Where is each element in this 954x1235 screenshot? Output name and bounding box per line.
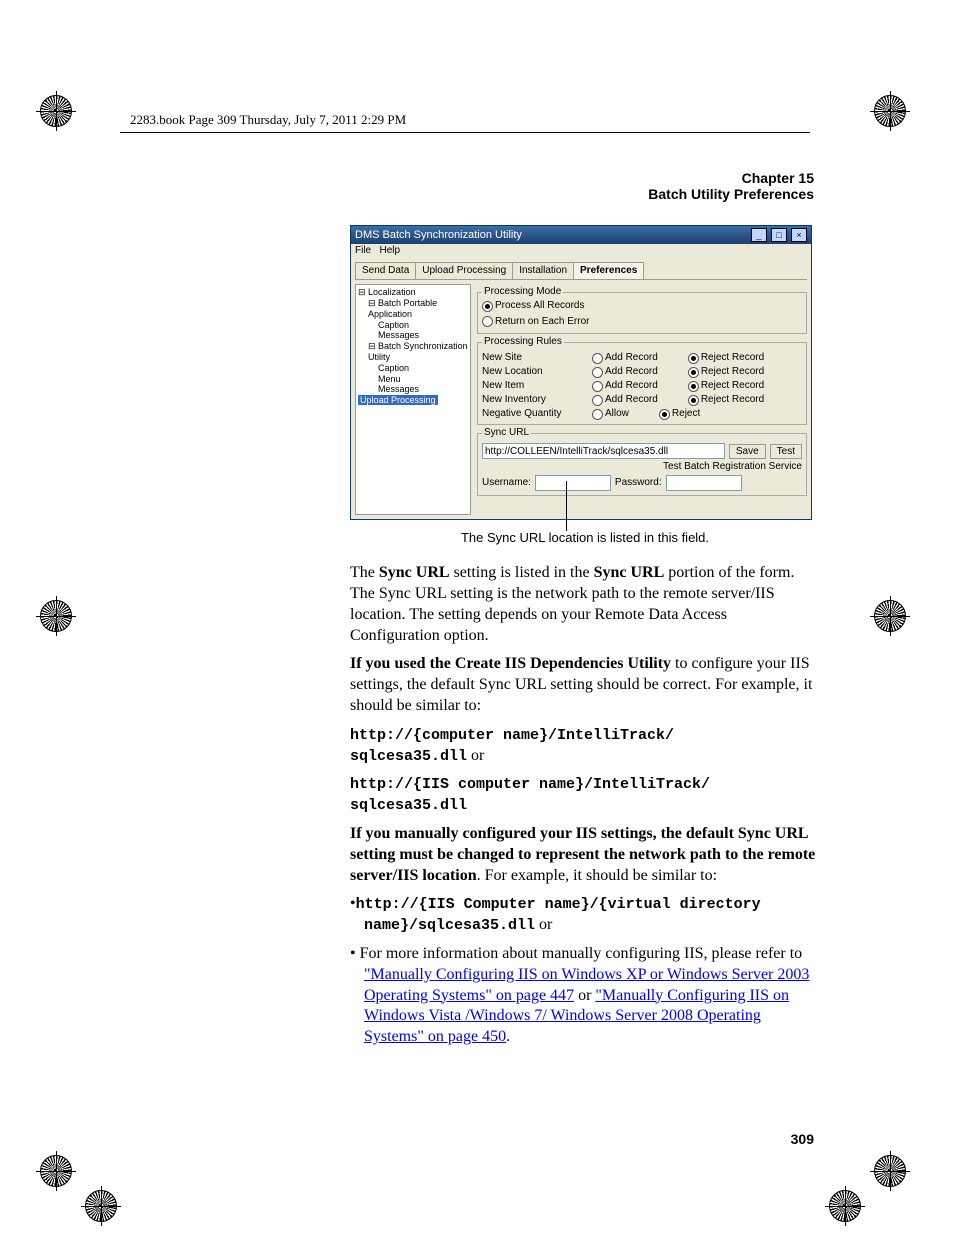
sync-url-legend: Sync URL [482, 427, 531, 439]
username-input[interactable] [535, 475, 611, 491]
tree-node-messages2[interactable]: Messages [358, 384, 468, 395]
tree-node-messages1[interactable]: Messages [358, 330, 468, 341]
tab-send-data[interactable]: Send Data [355, 262, 416, 279]
crop-mark [40, 95, 80, 135]
crop-mark [85, 1190, 125, 1230]
rule-label: New Site [482, 352, 562, 364]
tree-node-caption1[interactable]: Caption [358, 320, 468, 331]
radio-add-record[interactable]: Add Record [592, 352, 658, 364]
radio-add-record[interactable]: Add Record [592, 380, 658, 392]
radio-add-record[interactable]: Add Record [592, 394, 658, 406]
page-number: 309 [791, 1131, 814, 1147]
window-titlebar: DMS Batch Synchronization Utility _ □ × [351, 226, 811, 244]
radio-reject-record[interactable]: Reject Record [688, 380, 764, 392]
radio-reject[interactable]: Reject [659, 408, 700, 420]
sync-url-group: Sync URL Save Test Test Batch Registrati… [477, 427, 807, 496]
book-running-header: 2283.book Page 309 Thursday, July 7, 201… [130, 112, 406, 128]
processing-mode-legend: Processing Mode [482, 286, 563, 298]
menu-help[interactable]: Help [379, 245, 400, 256]
processing-mode-group: Processing Mode Process All Records Retu… [477, 286, 807, 334]
crop-mark [874, 1155, 914, 1195]
radio-process-all[interactable]: Process All Records [482, 300, 584, 312]
radio-reject-record[interactable]: Reject Record [688, 394, 764, 406]
screenshot-window: DMS Batch Synchronization Utility _ □ × … [350, 225, 812, 520]
password-input[interactable] [666, 475, 742, 491]
crop-mark [874, 600, 914, 640]
tab-bar: Send Data Upload Processing Installation… [355, 262, 807, 280]
radio-allow[interactable]: Allow [592, 408, 629, 420]
tree-node-caption2[interactable]: Caption [358, 363, 468, 374]
rule-label: Negative Quantity [482, 408, 562, 420]
tree-node-batch-sync[interactable]: ⊟ Batch Synchronization Utility [358, 341, 468, 363]
test-batch-reg-link[interactable]: Test Batch Registration Service [482, 461, 802, 473]
processing-rules-legend: Processing Rules [482, 336, 564, 348]
minimize-icon[interactable]: _ [751, 228, 767, 242]
tree-node-batch-portable[interactable]: ⊟ Batch Portable Application [358, 298, 468, 320]
callout-arrow [566, 481, 567, 531]
save-button[interactable]: Save [729, 444, 766, 459]
crop-mark [874, 95, 914, 135]
tab-preferences[interactable]: Preferences [573, 262, 644, 279]
header-rule [120, 132, 810, 133]
username-label: Username: [482, 477, 531, 489]
figure-caption: The Sync URL location is listed in this … [350, 530, 820, 545]
rule-label: New Item [482, 380, 562, 392]
chapter-title: Batch Utility Preferences [648, 186, 814, 202]
sync-url-input[interactable] [482, 443, 725, 459]
body-text: The Sync URL setting is listed in the Sy… [350, 563, 820, 1048]
menu-file[interactable]: File [355, 245, 371, 256]
rule-label: New Inventory [482, 394, 562, 406]
test-button[interactable]: Test [770, 444, 802, 459]
radio-return-each-error[interactable]: Return on Each Error [482, 316, 590, 328]
radio-reject-record[interactable]: Reject Record [688, 366, 764, 378]
window-controls: _ □ × [750, 228, 807, 242]
password-label: Password: [615, 477, 662, 489]
crop-mark [40, 1155, 80, 1195]
tree-node-upload-processing[interactable]: Upload Processing [358, 395, 468, 406]
tree-node-localization[interactable]: ⊟ Localization [358, 287, 468, 298]
chapter-number: Chapter 15 [648, 170, 814, 186]
radio-reject-record[interactable]: Reject Record [688, 352, 764, 364]
crop-mark [829, 1190, 869, 1230]
tab-installation[interactable]: Installation [512, 262, 574, 279]
window-title: DMS Batch Synchronization Utility [355, 229, 522, 242]
preferences-tree[interactable]: ⊟ Localization ⊟ Batch Portable Applicat… [355, 284, 471, 515]
radio-add-record[interactable]: Add Record [592, 366, 658, 378]
processing-rules-group: Processing Rules New Site Add Record Rej… [477, 336, 807, 425]
crop-mark [40, 600, 80, 640]
maximize-icon[interactable]: □ [771, 228, 787, 242]
rule-label: New Location [482, 366, 562, 378]
menu-bar: File Help [351, 244, 811, 258]
close-icon[interactable]: × [791, 228, 807, 242]
tab-upload-processing[interactable]: Upload Processing [415, 262, 513, 279]
chapter-header: Chapter 15 Batch Utility Preferences [648, 170, 814, 202]
tree-node-menu[interactable]: Menu [358, 374, 468, 385]
